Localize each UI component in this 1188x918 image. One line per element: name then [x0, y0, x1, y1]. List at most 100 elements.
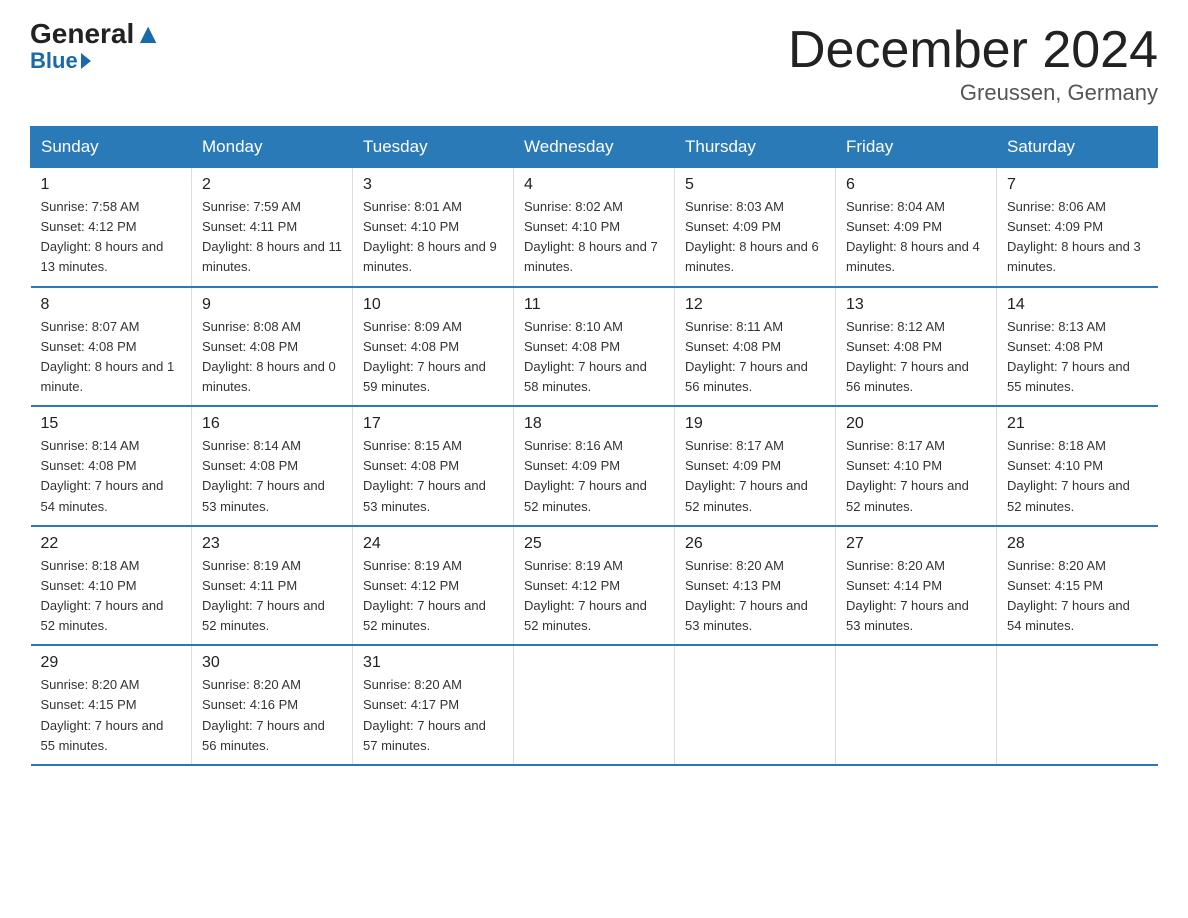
day-info: Sunrise: 8:14 AM Sunset: 4:08 PM Dayligh…: [41, 436, 182, 517]
calendar-cell: 31 Sunrise: 8:20 AM Sunset: 4:17 PM Dayl…: [353, 645, 514, 765]
calendar-cell: 21 Sunrise: 8:18 AM Sunset: 4:10 PM Dayl…: [997, 406, 1158, 526]
day-number: 21: [1007, 415, 1148, 433]
day-info: Sunrise: 8:10 AM Sunset: 4:08 PM Dayligh…: [524, 317, 664, 398]
calendar-cell: 27 Sunrise: 8:20 AM Sunset: 4:14 PM Dayl…: [836, 526, 997, 646]
calendar-cell: 10 Sunrise: 8:09 AM Sunset: 4:08 PM Dayl…: [353, 287, 514, 407]
calendar-cell: 7 Sunrise: 8:06 AM Sunset: 4:09 PM Dayli…: [997, 168, 1158, 287]
day-info: Sunrise: 8:20 AM Sunset: 4:16 PM Dayligh…: [202, 675, 342, 756]
day-info: Sunrise: 8:14 AM Sunset: 4:08 PM Dayligh…: [202, 436, 342, 517]
day-info: Sunrise: 8:04 AM Sunset: 4:09 PM Dayligh…: [846, 197, 986, 278]
day-info: Sunrise: 8:09 AM Sunset: 4:08 PM Dayligh…: [363, 317, 503, 398]
day-info: Sunrise: 8:07 AM Sunset: 4:08 PM Dayligh…: [41, 317, 182, 398]
day-info: Sunrise: 8:18 AM Sunset: 4:10 PM Dayligh…: [1007, 436, 1148, 517]
calendar-cell: [675, 645, 836, 765]
day-number: 28: [1007, 535, 1148, 553]
day-info: Sunrise: 7:58 AM Sunset: 4:12 PM Dayligh…: [41, 197, 182, 278]
day-info: Sunrise: 8:12 AM Sunset: 4:08 PM Dayligh…: [846, 317, 986, 398]
calendar-cell: 16 Sunrise: 8:14 AM Sunset: 4:08 PM Dayl…: [192, 406, 353, 526]
day-info: Sunrise: 8:20 AM Sunset: 4:15 PM Dayligh…: [1007, 556, 1148, 637]
day-number: 25: [524, 535, 664, 553]
calendar-cell: 1 Sunrise: 7:58 AM Sunset: 4:12 PM Dayli…: [31, 168, 192, 287]
day-number: 1: [41, 176, 182, 194]
day-info: Sunrise: 8:16 AM Sunset: 4:09 PM Dayligh…: [524, 436, 664, 517]
day-info: Sunrise: 8:11 AM Sunset: 4:08 PM Dayligh…: [685, 317, 825, 398]
calendar-cell: 23 Sunrise: 8:19 AM Sunset: 4:11 PM Dayl…: [192, 526, 353, 646]
calendar-week-row: 1 Sunrise: 7:58 AM Sunset: 4:12 PM Dayli…: [31, 168, 1158, 287]
calendar-cell: 13 Sunrise: 8:12 AM Sunset: 4:08 PM Dayl…: [836, 287, 997, 407]
day-number: 30: [202, 654, 342, 672]
day-number: 16: [202, 415, 342, 433]
column-header-tuesday: Tuesday: [353, 127, 514, 168]
day-info: Sunrise: 8:20 AM Sunset: 4:14 PM Dayligh…: [846, 556, 986, 637]
calendar-cell: 29 Sunrise: 8:20 AM Sunset: 4:15 PM Dayl…: [31, 645, 192, 765]
day-info: Sunrise: 8:08 AM Sunset: 4:08 PM Dayligh…: [202, 317, 342, 398]
calendar-cell: 20 Sunrise: 8:17 AM Sunset: 4:10 PM Dayl…: [836, 406, 997, 526]
day-number: 7: [1007, 176, 1148, 194]
day-number: 19: [685, 415, 825, 433]
calendar-cell: 4 Sunrise: 8:02 AM Sunset: 4:10 PM Dayli…: [514, 168, 675, 287]
day-info: Sunrise: 8:20 AM Sunset: 4:17 PM Dayligh…: [363, 675, 503, 756]
calendar-cell: 26 Sunrise: 8:20 AM Sunset: 4:13 PM Dayl…: [675, 526, 836, 646]
calendar-cell: 30 Sunrise: 8:20 AM Sunset: 4:16 PM Dayl…: [192, 645, 353, 765]
day-number: 31: [363, 654, 503, 672]
column-header-monday: Monday: [192, 127, 353, 168]
day-number: 13: [846, 296, 986, 314]
day-info: Sunrise: 8:17 AM Sunset: 4:10 PM Dayligh…: [846, 436, 986, 517]
calendar-cell: 2 Sunrise: 7:59 AM Sunset: 4:11 PM Dayli…: [192, 168, 353, 287]
day-info: Sunrise: 8:19 AM Sunset: 4:12 PM Dayligh…: [524, 556, 664, 637]
day-info: Sunrise: 8:01 AM Sunset: 4:10 PM Dayligh…: [363, 197, 503, 278]
day-info: Sunrise: 8:19 AM Sunset: 4:12 PM Dayligh…: [363, 556, 503, 637]
day-number: 12: [685, 296, 825, 314]
calendar-cell: 19 Sunrise: 8:17 AM Sunset: 4:09 PM Dayl…: [675, 406, 836, 526]
day-number: 27: [846, 535, 986, 553]
day-number: 5: [685, 176, 825, 194]
calendar-cell: 17 Sunrise: 8:15 AM Sunset: 4:08 PM Dayl…: [353, 406, 514, 526]
page-header: General▲ Blue December 2024 Greussen, Ge…: [30, 20, 1158, 106]
day-info: Sunrise: 8:19 AM Sunset: 4:11 PM Dayligh…: [202, 556, 342, 637]
day-number: 9: [202, 296, 342, 314]
calendar-week-row: 8 Sunrise: 8:07 AM Sunset: 4:08 PM Dayli…: [31, 287, 1158, 407]
calendar-cell: 3 Sunrise: 8:01 AM Sunset: 4:10 PM Dayli…: [353, 168, 514, 287]
calendar-cell: 28 Sunrise: 8:20 AM Sunset: 4:15 PM Dayl…: [997, 526, 1158, 646]
day-number: 11: [524, 296, 664, 314]
calendar-cell: 24 Sunrise: 8:19 AM Sunset: 4:12 PM Dayl…: [353, 526, 514, 646]
calendar-cell: 12 Sunrise: 8:11 AM Sunset: 4:08 PM Dayl…: [675, 287, 836, 407]
calendar-cell: [514, 645, 675, 765]
calendar-cell: 8 Sunrise: 8:07 AM Sunset: 4:08 PM Dayli…: [31, 287, 192, 407]
day-info: Sunrise: 8:20 AM Sunset: 4:15 PM Dayligh…: [41, 675, 182, 756]
logo-blue-text: Blue: [30, 48, 91, 74]
day-info: Sunrise: 8:02 AM Sunset: 4:10 PM Dayligh…: [524, 197, 664, 278]
calendar-cell: 9 Sunrise: 8:08 AM Sunset: 4:08 PM Dayli…: [192, 287, 353, 407]
day-info: Sunrise: 8:18 AM Sunset: 4:10 PM Dayligh…: [41, 556, 182, 637]
day-info: Sunrise: 8:06 AM Sunset: 4:09 PM Dayligh…: [1007, 197, 1148, 278]
day-number: 3: [363, 176, 503, 194]
calendar-cell: 18 Sunrise: 8:16 AM Sunset: 4:09 PM Dayl…: [514, 406, 675, 526]
calendar-cell: 22 Sunrise: 8:18 AM Sunset: 4:10 PM Dayl…: [31, 526, 192, 646]
day-info: Sunrise: 8:17 AM Sunset: 4:09 PM Dayligh…: [685, 436, 825, 517]
logo-general-text: General▲: [30, 20, 162, 48]
day-number: 18: [524, 415, 664, 433]
day-number: 26: [685, 535, 825, 553]
column-header-sunday: Sunday: [31, 127, 192, 168]
day-number: 29: [41, 654, 182, 672]
calendar-cell: 14 Sunrise: 8:13 AM Sunset: 4:08 PM Dayl…: [997, 287, 1158, 407]
column-header-thursday: Thursday: [675, 127, 836, 168]
calendar-table: SundayMondayTuesdayWednesdayThursdayFrid…: [30, 126, 1158, 766]
location: Greussen, Germany: [788, 80, 1158, 106]
column-header-wednesday: Wednesday: [514, 127, 675, 168]
day-number: 6: [846, 176, 986, 194]
calendar-header-row: SundayMondayTuesdayWednesdayThursdayFrid…: [31, 127, 1158, 168]
calendar-week-row: 15 Sunrise: 8:14 AM Sunset: 4:08 PM Dayl…: [31, 406, 1158, 526]
day-number: 20: [846, 415, 986, 433]
column-header-saturday: Saturday: [997, 127, 1158, 168]
column-header-friday: Friday: [836, 127, 997, 168]
day-number: 2: [202, 176, 342, 194]
day-number: 10: [363, 296, 503, 314]
day-number: 17: [363, 415, 503, 433]
day-number: 4: [524, 176, 664, 194]
calendar-cell: 6 Sunrise: 8:04 AM Sunset: 4:09 PM Dayli…: [836, 168, 997, 287]
title-section: December 2024 Greussen, Germany: [788, 20, 1158, 106]
day-info: Sunrise: 8:03 AM Sunset: 4:09 PM Dayligh…: [685, 197, 825, 278]
day-info: Sunrise: 7:59 AM Sunset: 4:11 PM Dayligh…: [202, 197, 342, 278]
day-info: Sunrise: 8:15 AM Sunset: 4:08 PM Dayligh…: [363, 436, 503, 517]
